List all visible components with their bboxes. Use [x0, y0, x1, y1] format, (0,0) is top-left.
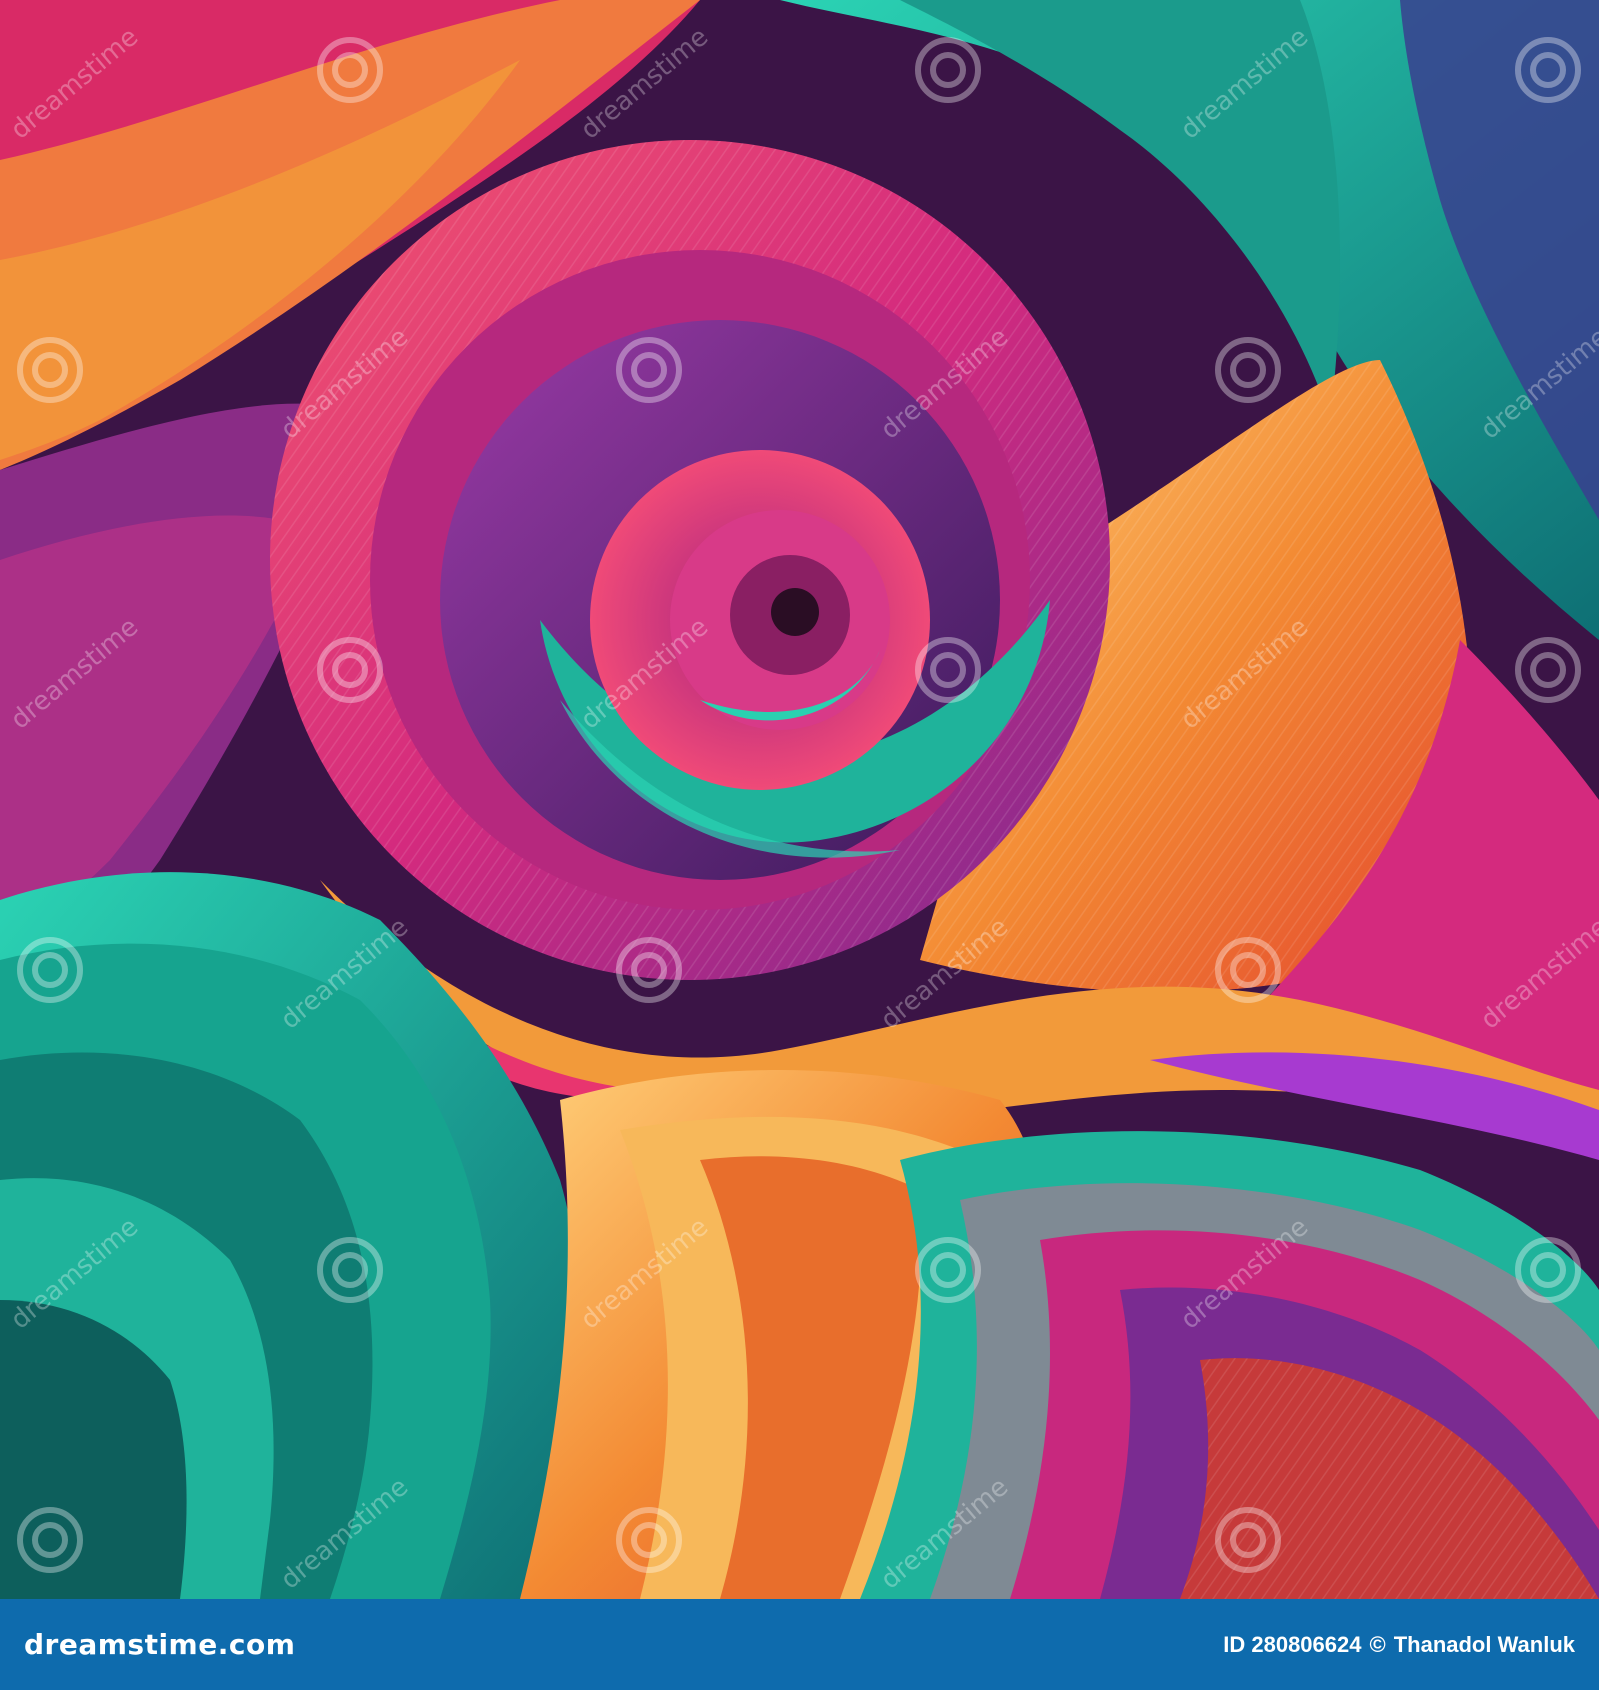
site-logo[interactable]: dreamstime.com — [24, 1628, 295, 1661]
stock-image-page: dreamstime dreamstime dreamstime dreamst… — [0, 0, 1599, 1690]
abstract-swirl-artwork: dreamstime dreamstime dreamstime dreamst… — [0, 0, 1599, 1599]
author-name[interactable]: Thanadol Wanluk — [1394, 1632, 1575, 1658]
footer-bar: dreamstime.com ID 280806624 © Thanadol W… — [0, 1599, 1599, 1690]
image-id: ID 280806624 — [1223, 1631, 1362, 1657]
image-credit: ID 280806624 © Thanadol Wanluk — [1223, 1632, 1575, 1658]
copyright-icon: © — [1369, 1631, 1386, 1657]
